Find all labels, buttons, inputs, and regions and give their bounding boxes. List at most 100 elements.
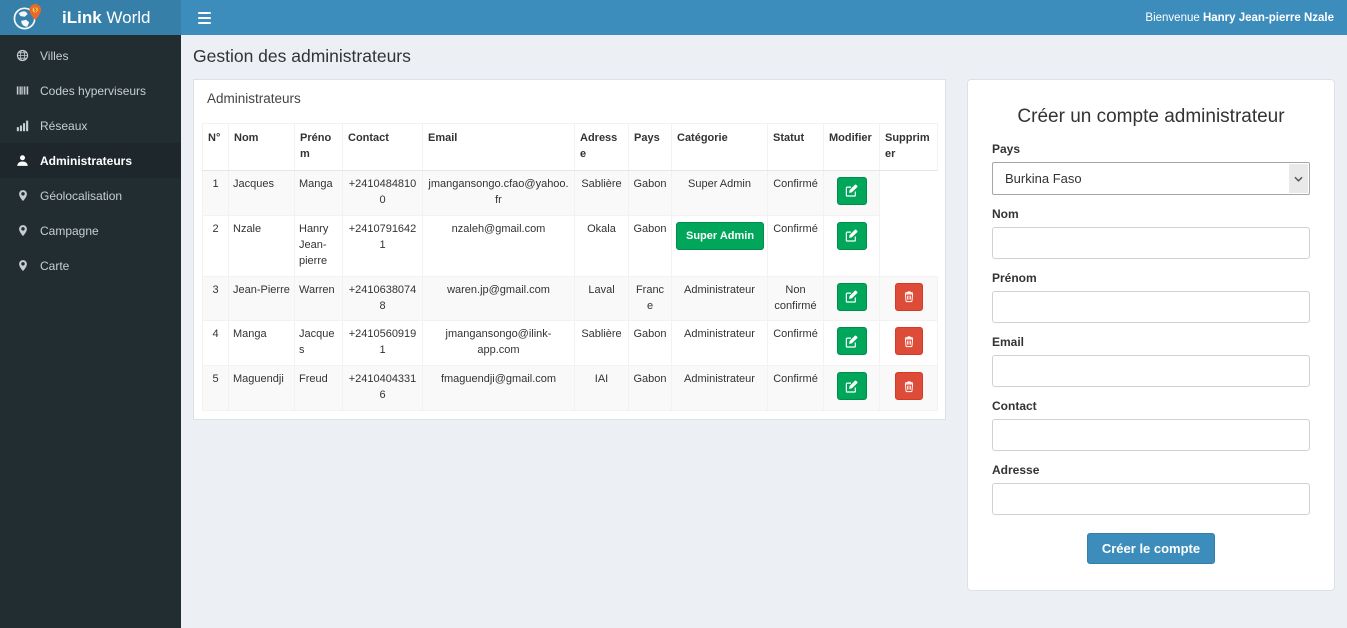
edit-button[interactable] [836,221,867,250]
field-prenom: Prénom [992,271,1310,323]
field-label: Nom [992,207,1019,221]
edit-button[interactable] [836,176,867,205]
cell-modifier [823,275,880,322]
delete-button[interactable] [894,282,923,311]
cell-modifier [823,365,880,412]
field-label: Prénom [992,271,1037,285]
cell-supprimer [879,320,938,367]
sidebar-item-label: Carte [40,258,70,273]
edit-icon [845,335,858,348]
cell-num: 3 [202,275,229,322]
cell-statut: Confirmé [767,169,824,216]
sidebar-item-campagne[interactable]: Campagne [0,213,181,248]
field-label: Adresse [992,463,1040,477]
cell-prenom: Freud [294,365,343,412]
globe-icon [15,49,30,62]
col-header-adresse: Adresse [574,123,629,171]
contact-input[interactable] [992,419,1310,451]
page-title: Gestion des administrateurs [193,46,411,66]
field-contact: Contact [992,399,1310,451]
table-row: 1 Jacques Manga +24104848100 jmangansongo.cf… [202,169,938,216]
delete-button[interactable] [894,372,923,401]
cell-statut: Non confirmé [767,275,824,322]
map-marker-icon [15,259,30,272]
create-account-button[interactable]: Créer le compte [1086,533,1216,564]
sidebar: Villes Codes hyperviseurs Réseaux Administr… [0,35,181,628]
cell-adresse: Sablière [574,320,629,367]
sidebar-item-label: Codes hyperviseurs [40,83,147,98]
user-icon [15,154,30,167]
cell-prenom: Hanry Jean-pierre [294,214,343,277]
col-header-modifier: Modifier [823,123,880,171]
cell-adresse: Sablière [574,169,629,216]
cell-pays: France [628,275,672,322]
cell-email: jmangansongo.cfao@yahoo.fr [422,169,575,216]
cell-categorie: Super Admin [671,214,768,277]
top-navbar: $ iLink World Bienvenue Hanry Jean-pierr… [0,0,1347,35]
table-row: 4 Manga Jacques +24105609191 jmangansongo@il… [202,320,938,367]
cell-categorie: Administrateur [671,320,768,367]
cell-nom: Jacques [228,169,295,216]
cell-categorie: Administrateur [671,365,768,412]
col-header-contact: Contact [342,123,423,171]
table-row: 5 Maguendji Freud +24104043316 fmaguendji@gm… [202,365,938,412]
sidebar-item-reseaux[interactable]: Réseaux [0,108,181,143]
form-title: Créer un compte administrateur [1017,106,1285,127]
cell-modifier [823,320,880,367]
nom-input[interactable] [992,227,1310,259]
app-logo[interactable]: $ iLink World [0,0,181,35]
cell-num: 2 [202,214,229,277]
svg-text:$: $ [34,8,37,14]
adresse-input[interactable] [992,483,1310,515]
trash-icon [903,335,915,348]
delete-button[interactable] [894,327,923,356]
main-content: Gestion des administrateurs Administrate… [181,35,1347,628]
cell-modifier [823,169,880,216]
cell-contact: +24104043316 [342,365,423,412]
cell-statut: Confirmé [767,320,824,367]
sidebar-item-villes[interactable]: Villes [0,38,181,73]
table-row: 2 Nzale Hanry Jean-pierre +24107916421 nzale… [202,214,938,277]
pays-select[interactable]: Burkina Faso [992,162,1310,195]
cell-email: waren.jp@gmail.com [422,275,575,322]
category-button[interactable]: Super Admin [676,221,765,250]
admin-table-body: 1 Jacques Manga +24104848100 jmangansongo.cf… [202,169,938,412]
trash-icon [903,290,915,303]
sidebar-item-codes-hyperviseurs[interactable]: Codes hyperviseurs [0,73,181,108]
cell-email: fmaguendji@gmail.com [422,365,575,412]
cell-email: jmangansongo@ilink-app.com [422,320,575,367]
welcome-prefix: Bienvenue [1145,11,1203,24]
hamburger-icon[interactable] [194,6,215,30]
chevron-down-icon[interactable] [1289,164,1308,193]
cell-supprimer [879,275,938,322]
cell-adresse: Okala [574,214,629,277]
signal-icon [15,119,30,132]
edit-button[interactable] [836,282,867,311]
sidebar-item-administrateurs[interactable]: Administrateurs [0,143,181,178]
edit-icon [845,184,858,198]
cell-prenom: Warren [294,275,343,322]
cell-categorie: Administrateur [671,275,768,322]
edit-icon [845,380,858,393]
email-input[interactable] [992,355,1310,387]
cell-statut: Confirmé [767,365,824,412]
col-header-supprimer: Supprimer [879,123,938,171]
edit-icon [845,290,858,303]
cell-categorie: Super Admin [671,169,768,216]
sidebar-item-geolocalisation[interactable]: Géolocalisation [0,178,181,213]
col-header-statut: Statut [767,123,824,171]
cell-contact: +24105609191 [342,320,423,367]
cell-num: 5 [202,365,229,412]
prenom-input[interactable] [992,291,1310,323]
sidebar-menu: Villes Codes hyperviseurs Réseaux Administr… [0,35,181,283]
cell-nom: Nzale [228,214,295,277]
welcome-text[interactable]: Bienvenue Hanry Jean-pierre Nzale [1145,12,1334,24]
edit-button[interactable] [836,327,867,356]
cell-pays: Gabon [628,365,672,412]
sidebar-item-label: Réseaux [40,118,88,133]
edit-button[interactable] [836,372,867,401]
sidebar-item-carte[interactable]: Carte [0,248,181,283]
sidebar-item-label: Géolocalisation [40,188,123,203]
cell-modifier [823,214,880,277]
create-form-fields: Pays Burkina Faso Nom Prénom Email Contact Adr… [992,142,1310,515]
